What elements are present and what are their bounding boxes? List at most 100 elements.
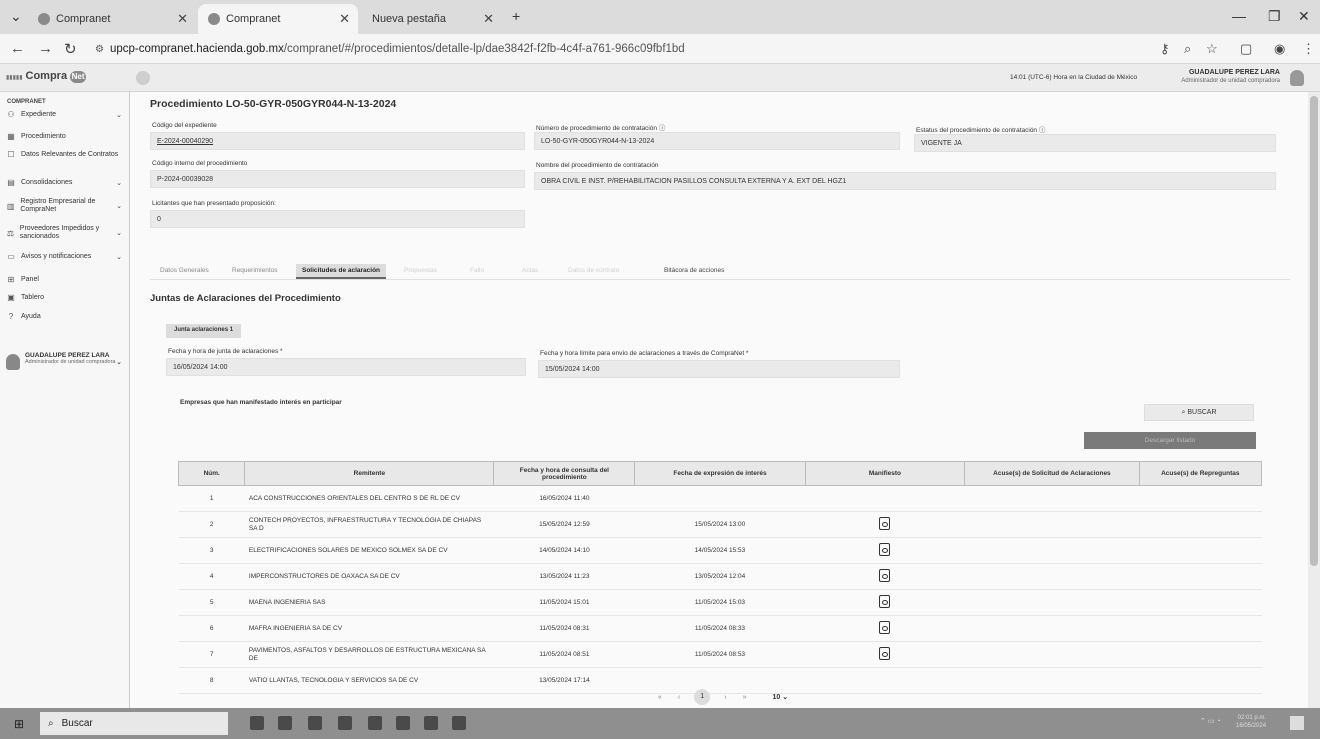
notifications-icon[interactable]	[1290, 716, 1304, 730]
tab-fallo[interactable]: Fallo	[470, 267, 484, 274]
sidebar-item-label: Tablero	[21, 293, 44, 301]
browser-tab-3[interactable]: Nueva pestaña ✕	[362, 4, 502, 34]
row-acuse-aclaraciones	[964, 537, 1140, 564]
compranet-logo[interactable]: ▮▮▮▮▮ Compra Net	[6, 70, 87, 83]
tab-actas[interactable]: Actas	[522, 267, 538, 274]
tab-list-chevron-icon[interactable]: ⌄	[10, 8, 22, 25]
next-page-icon[interactable]: ›	[724, 694, 726, 701]
forward-icon[interactable]: →	[38, 40, 53, 57]
browser-toolbar: ← → ↻ ⚙ upcp-compranet.hacienda.gob.mx /…	[0, 34, 1320, 64]
site-info-icon[interactable]: ⚙	[95, 44, 104, 55]
password-key-icon[interactable]: ⚷	[1160, 41, 1170, 57]
pagination: « ‹ 1 › » 10 ⌄	[650, 689, 788, 705]
last-page-icon[interactable]: »	[743, 694, 747, 701]
word-icon[interactable]	[338, 716, 352, 730]
taskbar-search[interactable]: ⌕ Buscar	[40, 712, 228, 735]
sidebar-item-registro[interactable]: ▥ Registro Empresarial de CompraNet ⌄	[6, 198, 126, 214]
bookmark-star-icon[interactable]: ☆	[1206, 41, 1218, 57]
sidebar-user[interactable]: GUADALUPE PEREZ LARA Administrador de un…	[6, 352, 126, 370]
sidebar-item-expediente[interactable]: ⚇ Expediente ⌄	[6, 110, 126, 119]
profile-icon[interactable]: ◉	[1274, 41, 1285, 57]
page-size-select[interactable]: 10 ⌄	[773, 693, 789, 701]
tab-propuestas[interactable]: Propuestas	[404, 267, 437, 274]
table-row: 7 PAVIMENTOS, ASFALTOS Y DESARROLLOS DE E…	[178, 641, 1262, 668]
tab-solicitudes-aclaracion[interactable]: Solicitudes de aclaración	[296, 264, 387, 279]
excel-icon[interactable]	[396, 716, 410, 730]
main-content: Procedimiento LO-50-GYR-050GYR044-N-13-2…	[130, 92, 1308, 708]
teams-icon[interactable]	[368, 716, 382, 730]
search-button[interactable]: ⌕ BUSCAR	[1144, 404, 1254, 421]
windows-start-icon[interactable]: ⊞	[14, 717, 24, 731]
file-explorer-icon[interactable]	[278, 716, 292, 730]
tab-datos-contrato[interactable]: Datos de contrato	[568, 267, 619, 274]
codigo-expediente-link[interactable]: E-2024-00040290	[157, 138, 213, 145]
edge-icon[interactable]	[424, 716, 438, 730]
sidebar-item-procedimiento[interactable]: ▦ Procedimiento	[6, 132, 126, 141]
reload-icon[interactable]: ↻	[64, 40, 77, 58]
sidebar-user-name: GUADALUPE PEREZ LARA	[25, 352, 110, 359]
codigo-interno-label: Código interno del procedimiento	[152, 160, 248, 167]
minimize-icon[interactable]: —	[1232, 8, 1246, 24]
browser-tab-2[interactable]: Compranet ✕	[198, 4, 358, 34]
nombre-procedimiento-label: Nombre del procedimiento de contratación	[536, 162, 659, 169]
close-tab-icon[interactable]: ✕	[339, 11, 350, 27]
proveedores-icon: ⚖	[6, 228, 14, 238]
sidebar-item-proveedores[interactable]: ⚖ Proveedores Impedidos y sancionados ⌄	[6, 225, 126, 241]
chevron-down-icon: ⌄	[116, 359, 122, 366]
pdf-icon[interactable]	[879, 647, 891, 660]
address-bar[interactable]: ⚙ upcp-compranet.hacienda.gob.mx /compra…	[95, 38, 1145, 60]
menu-toggle-icon[interactable]	[136, 71, 150, 85]
sidebar-item-datos[interactable]: ☐ Datos Relevantes de Contratos	[6, 150, 126, 159]
new-tab-button[interactable]: +	[512, 8, 520, 24]
zoom-icon[interactable]: ⌕	[1184, 41, 1191, 57]
maximize-icon[interactable]: ❐	[1268, 8, 1281, 25]
table-row: 3 ELECTRIFICACIONES SOLARES DE MEXICO SOL…	[178, 537, 1262, 564]
info-icon[interactable]: ⓘ	[659, 125, 666, 132]
row-num: 6	[178, 615, 245, 642]
sidebar-item-consolidaciones[interactable]: ▤ Consolidaciones ⌄	[6, 178, 126, 187]
pdf-icon[interactable]	[879, 595, 891, 608]
sidebar-item-ayuda[interactable]: ? Ayuda	[6, 312, 126, 321]
download-list-button[interactable]: Descargar listado	[1084, 432, 1256, 449]
row-fecha-interes: 11/05/2024 15:03	[634, 589, 806, 616]
row-fecha-consulta: 15/05/2024 12:59	[493, 511, 635, 538]
prev-page-icon[interactable]: ‹	[678, 694, 680, 701]
row-acuse-aclaraciones	[964, 485, 1140, 512]
task-view-icon[interactable]	[250, 716, 264, 730]
tab-datos-generales[interactable]: Datos Generales	[160, 267, 209, 274]
pdf-icon[interactable]	[879, 621, 891, 634]
system-tray-icons[interactable]: ⌃ ▭ ◔	[1200, 717, 1221, 725]
back-icon[interactable]: ←	[10, 40, 25, 57]
sidebar-item-tablero[interactable]: ▣ Tablero	[6, 293, 126, 302]
pdf-icon[interactable]	[879, 543, 891, 556]
close-tab-icon[interactable]: ✕	[177, 11, 188, 27]
row-num: 7	[178, 641, 245, 668]
row-remitente: MAENA INGENIERIA SAS	[244, 589, 494, 616]
info-icon[interactable]: ⓘ	[1039, 127, 1046, 134]
licitantes-field: 0	[150, 210, 525, 228]
pdf-icon[interactable]	[879, 517, 891, 530]
close-tab-icon[interactable]: ✕	[483, 11, 494, 27]
browser-tab-1[interactable]: Compranet ✕	[28, 4, 196, 34]
chrome-icon[interactable]	[452, 716, 466, 730]
close-window-icon[interactable]: ✕	[1298, 8, 1310, 25]
sidebar-item-label: Expediente	[21, 110, 57, 118]
outlook-icon[interactable]	[308, 716, 322, 730]
current-page[interactable]: 1	[694, 689, 711, 705]
menu-dots-icon[interactable]: ⋮	[1302, 41, 1315, 57]
row-remitente: MAFRA INGENIERIA SA DE CV	[244, 615, 494, 642]
page-scrollbar-thumb[interactable]	[1310, 96, 1318, 566]
panel-icon: ⊞	[7, 275, 15, 284]
timezone-text: 14:01 (UTC-6) Hora en la Ciudad de Méxic…	[1010, 74, 1138, 81]
junta-aclaraciones-pill[interactable]: Junta aclaraciones 1	[166, 324, 242, 338]
sidebar-item-avisos[interactable]: ▭ Avisos y notificaciones ⌄	[6, 252, 126, 261]
tab-bitacora-acciones[interactable]: Bitácora de acciones	[664, 267, 724, 274]
sidebar-item-panel[interactable]: ⊞ Panel	[6, 275, 126, 284]
pdf-icon[interactable]	[879, 569, 891, 582]
extensions-icon[interactable]: ▢	[1240, 41, 1252, 57]
user-avatar-icon[interactable]	[1290, 70, 1304, 86]
tab-requerimientos[interactable]: Requerimientos	[232, 267, 278, 274]
row-num: 1	[178, 485, 245, 512]
taskbar-clock[interactable]: 02:01 p.m. 16/05/2024	[1236, 714, 1266, 730]
first-page-icon[interactable]: «	[658, 694, 662, 701]
